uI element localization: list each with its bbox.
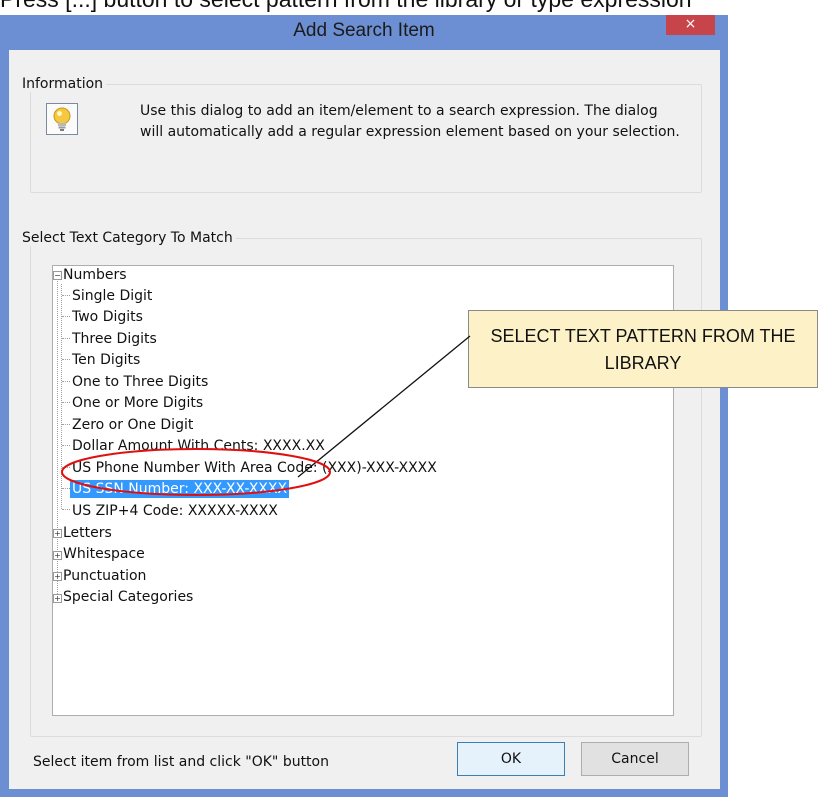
tree-node-special-categories[interactable]: Special Categories <box>63 588 193 606</box>
title-bar[interactable]: Add Search Item × <box>0 15 728 50</box>
close-button[interactable]: × <box>666 15 715 35</box>
status-hint: Select item from list and click "OK" but… <box>33 754 329 770</box>
close-icon: × <box>684 16 697 32</box>
tree-item[interactable]: US Phone Number With Area Code: (XXX)-XX… <box>72 459 437 477</box>
tree-item[interactable]: US ZIP+4 Code: XXXXX-XXXX <box>72 502 278 520</box>
dialog-title: Add Search Item <box>293 20 435 41</box>
cancel-button[interactable]: Cancel <box>581 742 689 776</box>
tree-item[interactable]: Dollar Amount With Cents: XXXX.XX <box>72 437 325 455</box>
tree-node-numbers[interactable]: Numbers <box>63 266 127 284</box>
tree-item[interactable]: Three Digits <box>72 330 157 348</box>
tree-node-punctuation[interactable]: Punctuation <box>63 567 146 585</box>
dialog-body: Information Use this dialog to add an it… <box>9 50 720 789</box>
tutorial-caption: Press [...] button to select pattern fro… <box>0 0 818 16</box>
expand-icon[interactable]: + <box>53 594 62 603</box>
tree-node-letters[interactable]: Letters <box>63 524 112 542</box>
tree-item[interactable]: Single Digit <box>72 287 152 305</box>
category-legend: Select Text Category To Match <box>19 230 236 246</box>
information-text: Use this dialog to add an item/element t… <box>140 103 680 140</box>
tree-node-whitespace[interactable]: Whitespace <box>63 545 145 563</box>
lightbulb-icon <box>46 103 78 135</box>
add-search-item-dialog: Add Search Item × Information Use this d… <box>0 15 728 797</box>
collapse-icon[interactable]: − <box>53 271 62 280</box>
tree-item[interactable]: Ten Digits <box>72 351 140 369</box>
ok-button[interactable]: OK <box>457 742 565 776</box>
expand-icon[interactable]: + <box>53 572 62 581</box>
information-legend: Information <box>19 76 107 92</box>
expand-icon[interactable]: + <box>53 551 62 560</box>
expand-icon[interactable]: + <box>53 529 62 538</box>
annotation-callout: SELECT TEXT PATTERN FROM THE LIBRARY <box>468 310 818 388</box>
category-group: Select Text Category To Match − Numbers … <box>19 230 702 737</box>
information-group: Information Use this dialog to add an it… <box>19 76 702 193</box>
tree-item-selected[interactable]: US SSN Number: XXX-XX-XXXX <box>70 480 290 498</box>
tree-item[interactable]: One to Three Digits <box>72 373 208 391</box>
tree-item[interactable]: Zero or One Digit <box>72 416 193 434</box>
tree-item[interactable]: One or More Digits <box>72 394 203 412</box>
tree-item[interactable]: Two Digits <box>72 308 143 326</box>
